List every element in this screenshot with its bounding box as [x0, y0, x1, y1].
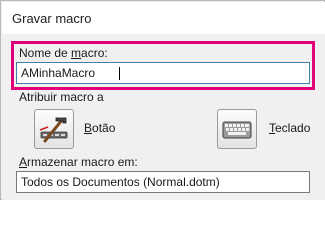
macro-name-label: Nome de macro:	[19, 46, 108, 60]
assign-to-button[interactable]	[34, 109, 74, 149]
store-macro-label: Armazenar macro em:	[19, 155, 138, 169]
macro-name-label-mnemonic: m	[71, 46, 82, 60]
text-caret	[119, 67, 120, 80]
keyboard-option-label: Teclado	[269, 121, 310, 135]
record-macro-dialog: Gravar macro Nome de macro: AMinhaMacro …	[0, 0, 325, 200]
keyboard-icon	[222, 121, 252, 139]
dialog-body: Nome de macro: AMinhaMacro Atribuir macr…	[2, 34, 325, 200]
toolbar-button-icon	[39, 117, 68, 143]
title-bar: Gravar macro	[2, 2, 325, 34]
dialog-title: Gravar macro	[12, 11, 92, 26]
button-label-mnemonic: B	[84, 121, 93, 135]
store-label-post: rmazenar macro em:	[27, 155, 138, 169]
macro-name-input[interactable]: AMinhaMacro	[16, 62, 310, 84]
button-label-post: otão	[92, 121, 116, 135]
store-label-mnemonic: A	[19, 155, 28, 169]
assign-to-keyboard-button[interactable]	[217, 109, 257, 149]
macro-name-label-pre: Nome de	[19, 46, 72, 60]
store-macro-select[interactable]: Todos os Documentos (Normal.dotm)	[16, 171, 310, 193]
macro-name-label-post: acro:	[81, 46, 108, 60]
keyboard-label-post: eclado	[275, 121, 311, 135]
store-macro-value: Todos os Documentos (Normal.dotm)	[21, 175, 220, 189]
assign-macro-label: Atribuir macro a	[19, 90, 104, 104]
macro-name-value: AMinhaMacro	[21, 66, 96, 80]
button-option-label: Botão	[84, 121, 115, 135]
